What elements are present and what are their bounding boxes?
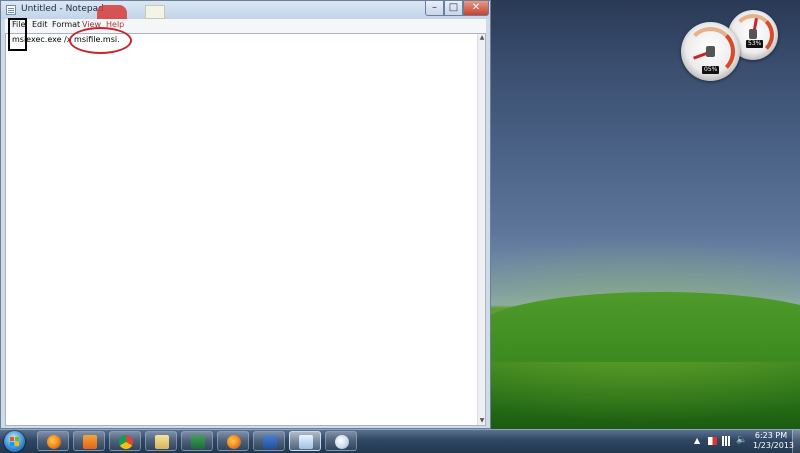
notepad-app-icon[interactable] (6, 5, 16, 15)
windows-start-orb-icon[interactable] (4, 431, 25, 452)
taskbar-excel[interactable] (181, 431, 213, 451)
taskbar: ▲ 🔈 6:23 PM 1/23/2013 (0, 429, 800, 453)
volume-icon[interactable]: 🔈 (736, 435, 747, 445)
notepad-icon (299, 435, 313, 449)
taskbar-media-player[interactable] (73, 431, 105, 451)
menu-format[interactable]: Format (52, 20, 80, 29)
cpu-meter-readout: 05% (702, 66, 720, 74)
folder-icon (155, 435, 169, 449)
action-center-flag-icon[interactable] (708, 437, 717, 445)
chrome-icon (119, 435, 133, 449)
clock-date[interactable]: 1/23/2013 (753, 441, 794, 450)
word-icon (263, 435, 277, 449)
scroll-up-arrow-icon[interactable]: ▲ (478, 34, 486, 42)
show-desktop-button[interactable] (792, 430, 800, 453)
vertical-scrollbar[interactable]: ▲ ▼ (477, 34, 485, 425)
annotation-highlight-box (8, 18, 27, 51)
window-title: Untitled - Notepad (21, 4, 104, 14)
taskbar-notepad[interactable] (289, 431, 321, 451)
system-tray: ▲ 🔈 6:23 PM 1/23/2013 (690, 430, 800, 453)
background-window-peek-red (97, 5, 127, 19)
maximize-button[interactable]: □ (444, 1, 463, 16)
clock-time[interactable]: 6:23 PM (753, 431, 789, 440)
title-bar[interactable]: Untitled - Notepad – □ ✕ (1, 1, 490, 19)
firefox-icon (47, 435, 61, 449)
annotation-highlight-ellipse (69, 27, 132, 54)
taskbar-chrome[interactable] (109, 431, 141, 451)
menu-edit[interactable]: Edit (32, 20, 48, 29)
firefox-icon (227, 435, 241, 449)
cpu-meter-gadget[interactable]: 05% (681, 22, 740, 81)
network-icon[interactable] (722, 436, 730, 446)
paint-icon (335, 435, 349, 449)
scroll-down-arrow-icon[interactable]: ▼ (478, 417, 486, 425)
memory-meter-readout: 53% (746, 40, 764, 48)
excel-icon (191, 435, 205, 449)
memory-meter-gauge-icon (749, 29, 757, 39)
cpu-meter-gauge-icon (706, 46, 715, 57)
text-editor-area[interactable]: msiexec.exe /x msifile.msi. ▲ ▼ (5, 33, 486, 426)
taskbar-firefox[interactable] (37, 431, 69, 451)
close-button[interactable]: ✕ (463, 1, 489, 16)
background-window-peek-white (145, 5, 165, 19)
wallpaper-hill (480, 292, 800, 362)
media-player-icon (83, 435, 97, 449)
taskbar-explorer[interactable] (145, 431, 177, 451)
taskbar-firefox-2[interactable] (217, 431, 249, 451)
minimize-button[interactable]: – (425, 1, 444, 16)
show-hidden-icons-chevron-icon[interactable]: ▲ (694, 436, 700, 445)
notepad-window[interactable]: Untitled - Notepad – □ ✕ File Edit Forma… (0, 0, 491, 429)
taskbar-word[interactable] (253, 431, 285, 451)
taskbar-paint[interactable] (325, 431, 357, 451)
